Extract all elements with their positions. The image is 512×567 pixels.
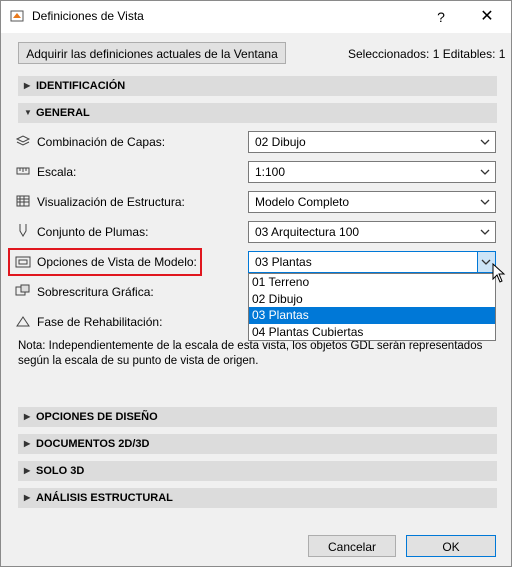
section-opciones-diseno[interactable]: ▶ OPCIONES DE DISEÑO	[18, 407, 497, 427]
model-view-options-select[interactable]: 03 Plantas	[248, 251, 496, 273]
graphic-override-icon	[15, 284, 30, 296]
section-general[interactable]: ▼ GENERAL	[18, 103, 497, 123]
model-view-dropdown-list[interactable]: 01 Terreno 02 Dibujo 03 Plantas 04 Plant…	[248, 273, 496, 341]
chevron-down-icon	[480, 139, 490, 145]
dropdown-option[interactable]: 01 Terreno	[249, 274, 495, 291]
expanded-arrow-icon: ▼	[24, 108, 32, 117]
renovation-phase-label: Fase de Rehabilitación:	[37, 315, 163, 329]
collapsed-arrow-icon: ▶	[24, 493, 31, 502]
mouse-cursor-icon	[492, 263, 506, 283]
layer-combination-select[interactable]: 02 Dibujo	[248, 131, 496, 153]
section-title: OPCIONES DE DISEÑO	[36, 411, 158, 423]
collapsed-arrow-icon: ▶	[24, 439, 31, 448]
layer-combination-label: Combinación de Capas:	[37, 135, 166, 149]
title-bar[interactable]: Definiciones de Vista ? ✕	[1, 1, 511, 33]
collapsed-arrow-icon: ▶	[24, 81, 31, 90]
scale-icon	[16, 167, 30, 175]
scale-value: 1:100	[255, 165, 286, 179]
help-button[interactable]: ?	[418, 1, 464, 33]
graphic-override-label: Sobrescritura Gráfica:	[37, 285, 154, 299]
section-analisis[interactable]: ▶ ANÁLISIS ESTRUCTURAL	[18, 488, 497, 508]
structure-display-label: Visualización de Estructura:	[37, 195, 185, 209]
collapsed-arrow-icon: ▶	[24, 466, 31, 475]
cancel-button[interactable]: Cancelar	[308, 535, 396, 557]
dropdown-option[interactable]: 02 Dibujo	[249, 291, 495, 308]
model-view-options-value: 03 Plantas	[255, 255, 312, 269]
section-title: DOCUMENTOS 2D/3D	[36, 438, 150, 450]
chevron-down-icon	[481, 259, 491, 265]
scale-select[interactable]: 1:100	[248, 161, 496, 183]
selection-info: Seleccionados: 1 Editables: 1	[348, 47, 506, 61]
window-title: Definiciones de Vista	[32, 9, 144, 23]
structure-display-value: Modelo Completo	[255, 195, 350, 209]
pen-set-value: 03 Arquitectura 100	[255, 225, 360, 239]
chevron-down-icon	[480, 199, 490, 205]
dropdown-option[interactable]: 04 Plantas Cubiertas	[249, 324, 495, 341]
ok-button[interactable]: OK	[406, 535, 496, 557]
section-solo-3d[interactable]: ▶ SOLO 3D	[18, 461, 497, 481]
close-button[interactable]: ✕	[464, 1, 510, 33]
structure-display-icon	[16, 195, 30, 207]
section-title: GENERAL	[36, 107, 90, 119]
layer-combination-value: 02 Dibujo	[255, 135, 306, 149]
highlight-annotation	[8, 248, 202, 276]
pen-set-label: Conjunto de Plumas:	[37, 225, 149, 239]
app-icon	[10, 10, 24, 22]
section-title: ANÁLISIS ESTRUCTURAL	[36, 492, 173, 504]
dropdown-option-selected[interactable]: 03 Plantas	[249, 307, 495, 324]
scale-label: Escala:	[37, 165, 77, 179]
structure-display-select[interactable]: Modelo Completo	[248, 191, 496, 213]
collapsed-arrow-icon: ▶	[24, 412, 31, 421]
renovation-phase-icon	[16, 316, 30, 327]
chevron-down-icon	[480, 229, 490, 235]
acquire-settings-button[interactable]: Adquirir las definiciones actuales de la…	[18, 42, 286, 64]
section-title: SOLO 3D	[36, 465, 85, 477]
pen-set-icon	[19, 224, 27, 237]
layers-icon	[15, 135, 31, 146]
dialog-window: Definiciones de Vista ? ✕ Adquirir las d…	[0, 0, 512, 567]
chevron-down-icon	[480, 169, 490, 175]
section-title: IDENTIFICACIÓN	[36, 80, 126, 92]
section-documentos[interactable]: ▶ DOCUMENTOS 2D/3D	[18, 434, 497, 454]
pen-set-select[interactable]: 03 Arquitectura 100	[248, 221, 496, 243]
info-note: Nota: Independientemente de la escala de…	[18, 340, 483, 367]
section-identificacion[interactable]: ▶ IDENTIFICACIÓN	[18, 76, 497, 96]
